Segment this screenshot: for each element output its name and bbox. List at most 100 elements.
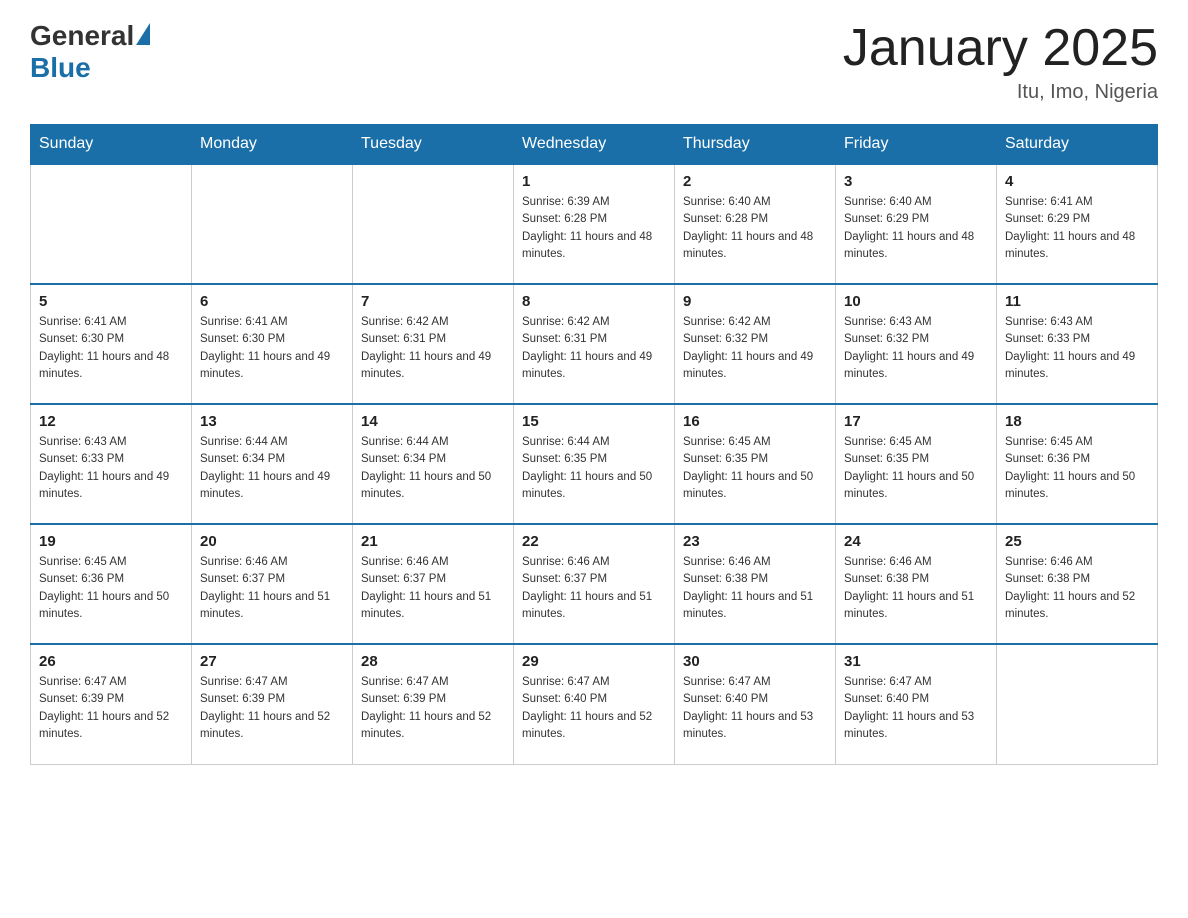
calendar-cell: 19 Sunrise: 6:45 AMSunset: 6:36 PMDayligh… (31, 524, 192, 644)
day-info: Sunrise: 6:47 AMSunset: 6:40 PMDaylight:… (683, 674, 827, 743)
day-info: Sunrise: 6:39 AMSunset: 6:28 PMDaylight:… (522, 194, 666, 263)
calendar-week-row: 12 Sunrise: 6:43 AMSunset: 6:33 PMDayligh… (31, 404, 1158, 524)
calendar-cell: 16 Sunrise: 6:45 AMSunset: 6:35 PMDayligh… (675, 404, 836, 524)
day-info: Sunrise: 6:43 AMSunset: 6:32 PMDaylight:… (844, 314, 988, 383)
day-of-week-header: Wednesday (514, 125, 675, 165)
logo: General Blue (30, 20, 150, 84)
calendar-cell (997, 644, 1158, 764)
calendar-cell: 3Sunrise: 6:40 AMSunset: 6:29 PMDaylight… (836, 164, 997, 284)
calendar-cell (31, 164, 192, 284)
day-number: 24 (844, 533, 988, 550)
day-info: Sunrise: 6:47 AMSunset: 6:40 PMDaylight:… (522, 674, 666, 743)
day-number: 26 (39, 653, 183, 670)
calendar-cell: 26Sunrise: 6:47 AMSunset: 6:39 PMDayligh… (31, 644, 192, 764)
day-number: 11 (1005, 293, 1149, 310)
day-number: 3 (844, 173, 988, 190)
calendar-header: SundayMondayTuesdayWednesdayThursdayFrid… (31, 125, 1158, 165)
day-info: Sunrise: 6:41 AMSunset: 6:30 PMDaylight:… (39, 314, 183, 383)
calendar-cell: 17Sunrise: 6:45 AMSunset: 6:35 PMDayligh… (836, 404, 997, 524)
calendar-cell: 20 Sunrise: 6:46 AMSunset: 6:37 PMDayligh… (192, 524, 353, 644)
day-number: 12 (39, 413, 183, 430)
calendar-cell: 11 Sunrise: 6:43 AMSunset: 6:33 PMDayligh… (997, 284, 1158, 404)
calendar-cell: 10 Sunrise: 6:43 AMSunset: 6:32 PMDayligh… (836, 284, 997, 404)
day-of-week-header: Friday (836, 125, 997, 165)
day-info: Sunrise: 6:44 AMSunset: 6:34 PMDaylight:… (361, 434, 505, 503)
day-info: Sunrise: 6:44 AMSunset: 6:35 PMDaylight:… (522, 434, 666, 503)
day-number: 25 (1005, 533, 1149, 550)
day-number: 15 (522, 413, 666, 430)
calendar-cell: 14Sunrise: 6:44 AMSunset: 6:34 PMDayligh… (353, 404, 514, 524)
day-info: Sunrise: 6:46 AMSunset: 6:37 PMDaylight:… (522, 554, 666, 623)
calendar-cell: 18Sunrise: 6:45 AMSunset: 6:36 PMDayligh… (997, 404, 1158, 524)
calendar-cell: 25 Sunrise: 6:46 AMSunset: 6:38 PMDayligh… (997, 524, 1158, 644)
day-info: Sunrise: 6:42 AMSunset: 6:32 PMDaylight:… (683, 314, 827, 383)
calendar-week-row: 26 Sunrise: 6:47 AMSunset: 6:39 PMDayligh… (31, 644, 1158, 764)
calendar-cell: 9 Sunrise: 6:42 AMSunset: 6:32 PMDaylight… (675, 284, 836, 404)
logo-blue-text: Blue (30, 52, 91, 83)
page-header: General Blue January 2025 Itu, Imo, Nige… (30, 20, 1158, 104)
day-number: 21 (361, 533, 505, 550)
calendar-week-row: 1 Sunrise: 6:39 AMSunset: 6:28 PMDaylight… (31, 164, 1158, 284)
calendar-cell: 7 Sunrise: 6:42 AMSunset: 6:31 PMDaylight… (353, 284, 514, 404)
day-info: Sunrise: 6:41 AMSunset: 6:29 PMDaylight:… (1005, 194, 1149, 263)
day-info: Sunrise: 6:45 AMSunset: 6:35 PMDaylight:… (683, 434, 827, 503)
calendar-cell: 13Sunrise: 6:44 AMSunset: 6:34 PMDayligh… (192, 404, 353, 524)
day-number: 18 (1005, 413, 1149, 430)
calendar-cell: 5 Sunrise: 6:41 AMSunset: 6:30 PMDaylight… (31, 284, 192, 404)
calendar-cell: 6Sunrise: 6:41 AMSunset: 6:30 PMDaylight… (192, 284, 353, 404)
title-block: January 2025 Itu, Imo, Nigeria (843, 20, 1158, 104)
day-number: 7 (361, 293, 505, 310)
day-of-week-header: Monday (192, 125, 353, 165)
day-info: Sunrise: 6:47 AMSunset: 6:40 PMDaylight:… (844, 674, 988, 743)
day-info: Sunrise: 6:42 AMSunset: 6:31 PMDaylight:… (522, 314, 666, 383)
day-info: Sunrise: 6:40 AMSunset: 6:28 PMDaylight:… (683, 194, 827, 263)
day-info: Sunrise: 6:43 AMSunset: 6:33 PMDaylight:… (39, 434, 183, 503)
day-number: 16 (683, 413, 827, 430)
day-info: Sunrise: 6:47 AMSunset: 6:39 PMDaylight:… (361, 674, 505, 743)
logo-general-text: General (30, 20, 134, 52)
day-info: Sunrise: 6:47 AMSunset: 6:39 PMDaylight:… (200, 674, 344, 743)
days-of-week-row: SundayMondayTuesdayWednesdayThursdayFrid… (31, 125, 1158, 165)
day-number: 31 (844, 653, 988, 670)
calendar-table: SundayMondayTuesdayWednesdayThursdayFrid… (30, 124, 1158, 765)
day-of-week-header: Tuesday (353, 125, 514, 165)
day-number: 23 (683, 533, 827, 550)
day-info: Sunrise: 6:46 AMSunset: 6:38 PMDaylight:… (1005, 554, 1149, 623)
day-number: 10 (844, 293, 988, 310)
day-number: 2 (683, 173, 827, 190)
day-info: Sunrise: 6:42 AMSunset: 6:31 PMDaylight:… (361, 314, 505, 383)
calendar-cell: 1 Sunrise: 6:39 AMSunset: 6:28 PMDaylight… (514, 164, 675, 284)
calendar-cell (192, 164, 353, 284)
calendar-week-row: 5 Sunrise: 6:41 AMSunset: 6:30 PMDaylight… (31, 284, 1158, 404)
calendar-title: January 2025 (843, 20, 1158, 77)
day-number: 1 (522, 173, 666, 190)
day-info: Sunrise: 6:45 AMSunset: 6:36 PMDaylight:… (39, 554, 183, 623)
day-info: Sunrise: 6:46 AMSunset: 6:37 PMDaylight:… (200, 554, 344, 623)
calendar-cell: 29Sunrise: 6:47 AMSunset: 6:40 PMDayligh… (514, 644, 675, 764)
day-info: Sunrise: 6:43 AMSunset: 6:33 PMDaylight:… (1005, 314, 1149, 383)
day-number: 19 (39, 533, 183, 550)
calendar-cell: 4 Sunrise: 6:41 AMSunset: 6:29 PMDaylight… (997, 164, 1158, 284)
day-number: 20 (200, 533, 344, 550)
calendar-cell (353, 164, 514, 284)
day-info: Sunrise: 6:41 AMSunset: 6:30 PMDaylight:… (200, 314, 344, 383)
day-info: Sunrise: 6:46 AMSunset: 6:38 PMDaylight:… (683, 554, 827, 623)
calendar-cell: 27 Sunrise: 6:47 AMSunset: 6:39 PMDayligh… (192, 644, 353, 764)
day-number: 9 (683, 293, 827, 310)
calendar-cell: 31 Sunrise: 6:47 AMSunset: 6:40 PMDayligh… (836, 644, 997, 764)
day-number: 30 (683, 653, 827, 670)
calendar-cell: 24 Sunrise: 6:46 AMSunset: 6:38 PMDayligh… (836, 524, 997, 644)
day-number: 5 (39, 293, 183, 310)
calendar-cell: 2 Sunrise: 6:40 AMSunset: 6:28 PMDaylight… (675, 164, 836, 284)
calendar-cell: 30 Sunrise: 6:47 AMSunset: 6:40 PMDayligh… (675, 644, 836, 764)
day-number: 22 (522, 533, 666, 550)
day-number: 4 (1005, 173, 1149, 190)
day-number: 13 (200, 413, 344, 430)
day-of-week-header: Saturday (997, 125, 1158, 165)
calendar-cell: 23 Sunrise: 6:46 AMSunset: 6:38 PMDayligh… (675, 524, 836, 644)
calendar-cell: 12 Sunrise: 6:43 AMSunset: 6:33 PMDayligh… (31, 404, 192, 524)
calendar-week-row: 19 Sunrise: 6:45 AMSunset: 6:36 PMDayligh… (31, 524, 1158, 644)
day-info: Sunrise: 6:46 AMSunset: 6:38 PMDaylight:… (844, 554, 988, 623)
day-number: 28 (361, 653, 505, 670)
day-number: 27 (200, 653, 344, 670)
